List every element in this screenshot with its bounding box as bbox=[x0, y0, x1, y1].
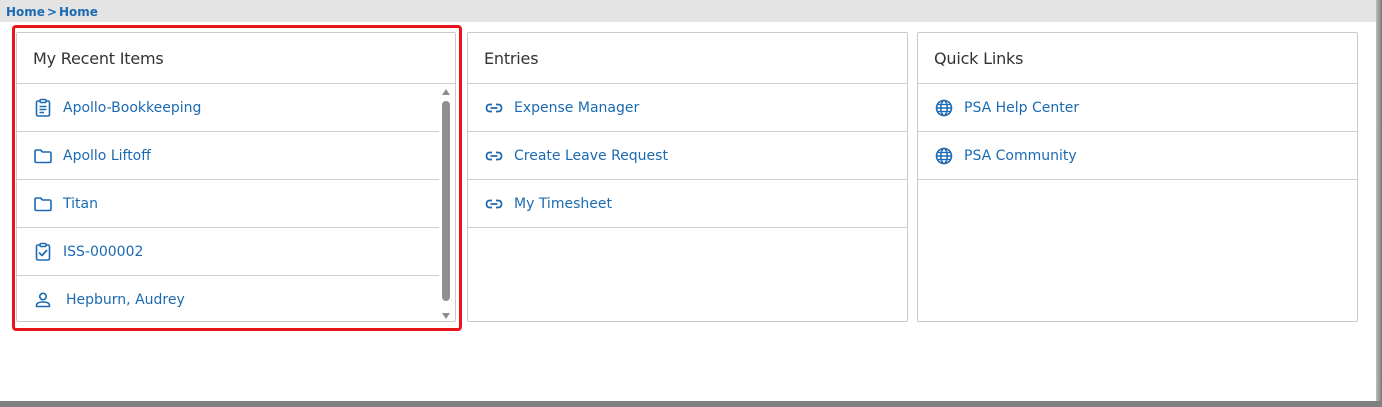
list-item-label[interactable]: Apollo-Bookkeeping bbox=[63, 100, 201, 116]
scroll-down-arrow-icon[interactable] bbox=[442, 313, 450, 319]
list-item-label[interactable]: Hepburn, Audrey bbox=[66, 292, 185, 308]
list-item[interactable]: Titan bbox=[17, 180, 439, 228]
list-item[interactable]: My Timesheet bbox=[468, 180, 907, 228]
scroll-up-arrow-icon[interactable] bbox=[442, 89, 450, 95]
list-item-label[interactable]: PSA Community bbox=[964, 148, 1077, 164]
list-item[interactable]: Apollo Liftoff bbox=[17, 132, 439, 180]
list-item[interactable]: Hepburn, Audrey bbox=[17, 276, 439, 321]
scrollbar[interactable] bbox=[441, 87, 451, 319]
globe-icon bbox=[934, 98, 954, 118]
folder-icon bbox=[33, 194, 53, 214]
breadcrumb-separator: > bbox=[46, 5, 57, 19]
card-header: Entries bbox=[468, 33, 907, 84]
list-item[interactable]: PSA Community bbox=[918, 132, 1357, 180]
recent-items-list: Apollo-Bookkeeping Apollo Liftoff Titan … bbox=[17, 84, 455, 321]
list-item-label[interactable]: PSA Help Center bbox=[964, 100, 1079, 116]
globe-icon bbox=[934, 146, 954, 166]
breadcrumb-bar: Home > Home bbox=[0, 0, 1378, 22]
link-icon bbox=[484, 98, 504, 118]
card-title: My Recent Items bbox=[33, 48, 164, 68]
link-icon bbox=[484, 146, 504, 166]
list-item-label[interactable]: My Timesheet bbox=[514, 196, 612, 212]
breadcrumb: Home > Home bbox=[6, 5, 98, 19]
quick-links-card: Quick Links PSA Help Center PSA Communit… bbox=[917, 32, 1358, 322]
folder-icon bbox=[33, 146, 53, 166]
list-item-label[interactable]: Apollo Liftoff bbox=[63, 148, 151, 164]
window-frame-bottom bbox=[0, 401, 1382, 407]
list-item[interactable]: PSA Help Center bbox=[918, 84, 1357, 132]
list-item[interactable]: ISS-000002 bbox=[17, 228, 439, 276]
clipboard-icon bbox=[33, 98, 53, 118]
scroll-thumb[interactable] bbox=[442, 101, 450, 301]
entries-card: Entries Expense Manager Create Leave Req… bbox=[467, 32, 908, 322]
person-icon bbox=[33, 290, 53, 310]
card-header: My Recent Items bbox=[17, 33, 455, 84]
list-item-label[interactable]: Expense Manager bbox=[514, 100, 639, 116]
list-item-label[interactable]: Titan bbox=[63, 196, 98, 212]
clipboard-check-icon bbox=[33, 242, 53, 262]
quick-links-list: PSA Help Center PSA Community bbox=[918, 84, 1357, 180]
breadcrumb-current[interactable]: Home bbox=[59, 5, 98, 19]
recent-items-card: My Recent Items Apollo-Bookkeeping Apoll… bbox=[16, 32, 456, 322]
list-item[interactable]: Apollo-Bookkeeping bbox=[17, 84, 439, 132]
list-item-label[interactable]: ISS-000002 bbox=[63, 244, 143, 260]
window-frame-right bbox=[1376, 0, 1382, 407]
card-title: Entries bbox=[484, 48, 539, 68]
link-icon bbox=[484, 194, 504, 214]
list-item-label[interactable]: Create Leave Request bbox=[514, 148, 668, 164]
card-title: Quick Links bbox=[934, 48, 1024, 68]
breadcrumb-home-link[interactable]: Home bbox=[6, 5, 45, 19]
entries-list: Expense Manager Create Leave Request My … bbox=[468, 84, 907, 228]
list-item[interactable]: Create Leave Request bbox=[468, 132, 907, 180]
card-header: Quick Links bbox=[918, 33, 1357, 84]
list-item[interactable]: Expense Manager bbox=[468, 84, 907, 132]
